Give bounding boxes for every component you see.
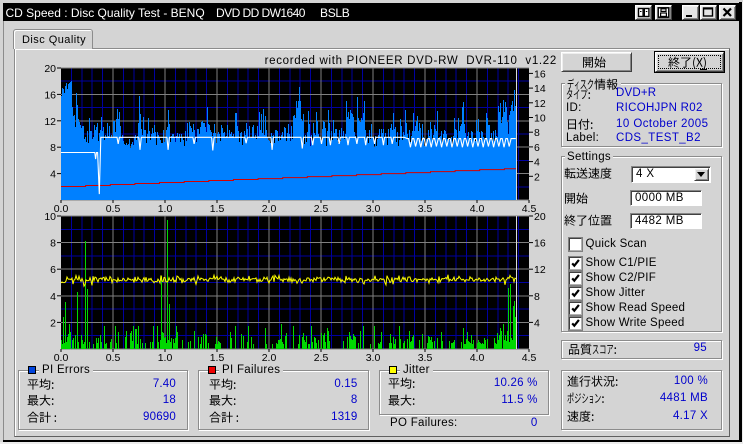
svg-text:0.0: 0.0 xyxy=(54,352,69,364)
svg-text:4.5: 4.5 xyxy=(522,352,537,364)
svg-text:4.0: 4.0 xyxy=(470,352,485,364)
svg-text:4: 4 xyxy=(534,317,540,329)
svg-text:12: 12 xyxy=(534,98,546,110)
svg-text:1.5: 1.5 xyxy=(210,352,225,364)
svg-text:2.5: 2.5 xyxy=(314,352,329,364)
svg-text:8: 8 xyxy=(50,238,56,250)
svg-text:12: 12 xyxy=(44,116,56,128)
svg-text:16: 16 xyxy=(534,68,546,80)
svg-text:2: 2 xyxy=(534,171,540,183)
svg-text:12: 12 xyxy=(534,264,546,276)
svg-text:0.5: 0.5 xyxy=(106,203,121,215)
svg-text:3.5: 3.5 xyxy=(418,352,433,364)
svg-text:3.0: 3.0 xyxy=(366,203,381,215)
svg-text:1.5: 1.5 xyxy=(210,203,225,215)
svg-text:4.0: 4.0 xyxy=(470,203,485,215)
svg-text:3.0: 3.0 xyxy=(366,352,381,364)
svg-text:recorded with PIONEER DVD-RW: recorded with PIONEER DVD-RW DVR-110 v1.… xyxy=(265,55,557,67)
svg-text:8: 8 xyxy=(50,142,56,154)
svg-text:0.5: 0.5 xyxy=(106,352,121,364)
svg-text:16: 16 xyxy=(534,238,546,250)
svg-text:14: 14 xyxy=(534,83,546,95)
svg-text:2.0: 2.0 xyxy=(262,203,277,215)
svg-text:4: 4 xyxy=(50,291,56,303)
svg-text:2.5: 2.5 xyxy=(314,203,329,215)
svg-text:20: 20 xyxy=(534,211,546,223)
svg-text:10: 10 xyxy=(44,211,56,223)
svg-text:16: 16 xyxy=(44,89,56,101)
svg-text:3.5: 3.5 xyxy=(418,203,433,215)
svg-text:20: 20 xyxy=(44,63,56,75)
svg-text:4: 4 xyxy=(534,157,540,169)
svg-text:2: 2 xyxy=(50,317,56,329)
svg-text:8: 8 xyxy=(534,291,540,303)
svg-text:6: 6 xyxy=(50,264,56,276)
svg-text:1.0: 1.0 xyxy=(158,352,173,364)
svg-text:2.0: 2.0 xyxy=(262,352,277,364)
svg-text:8: 8 xyxy=(534,127,540,139)
svg-text:1.0: 1.0 xyxy=(158,203,173,215)
svg-text:4: 4 xyxy=(50,169,56,181)
svg-text:6: 6 xyxy=(534,142,540,154)
svg-text:10: 10 xyxy=(534,113,546,125)
